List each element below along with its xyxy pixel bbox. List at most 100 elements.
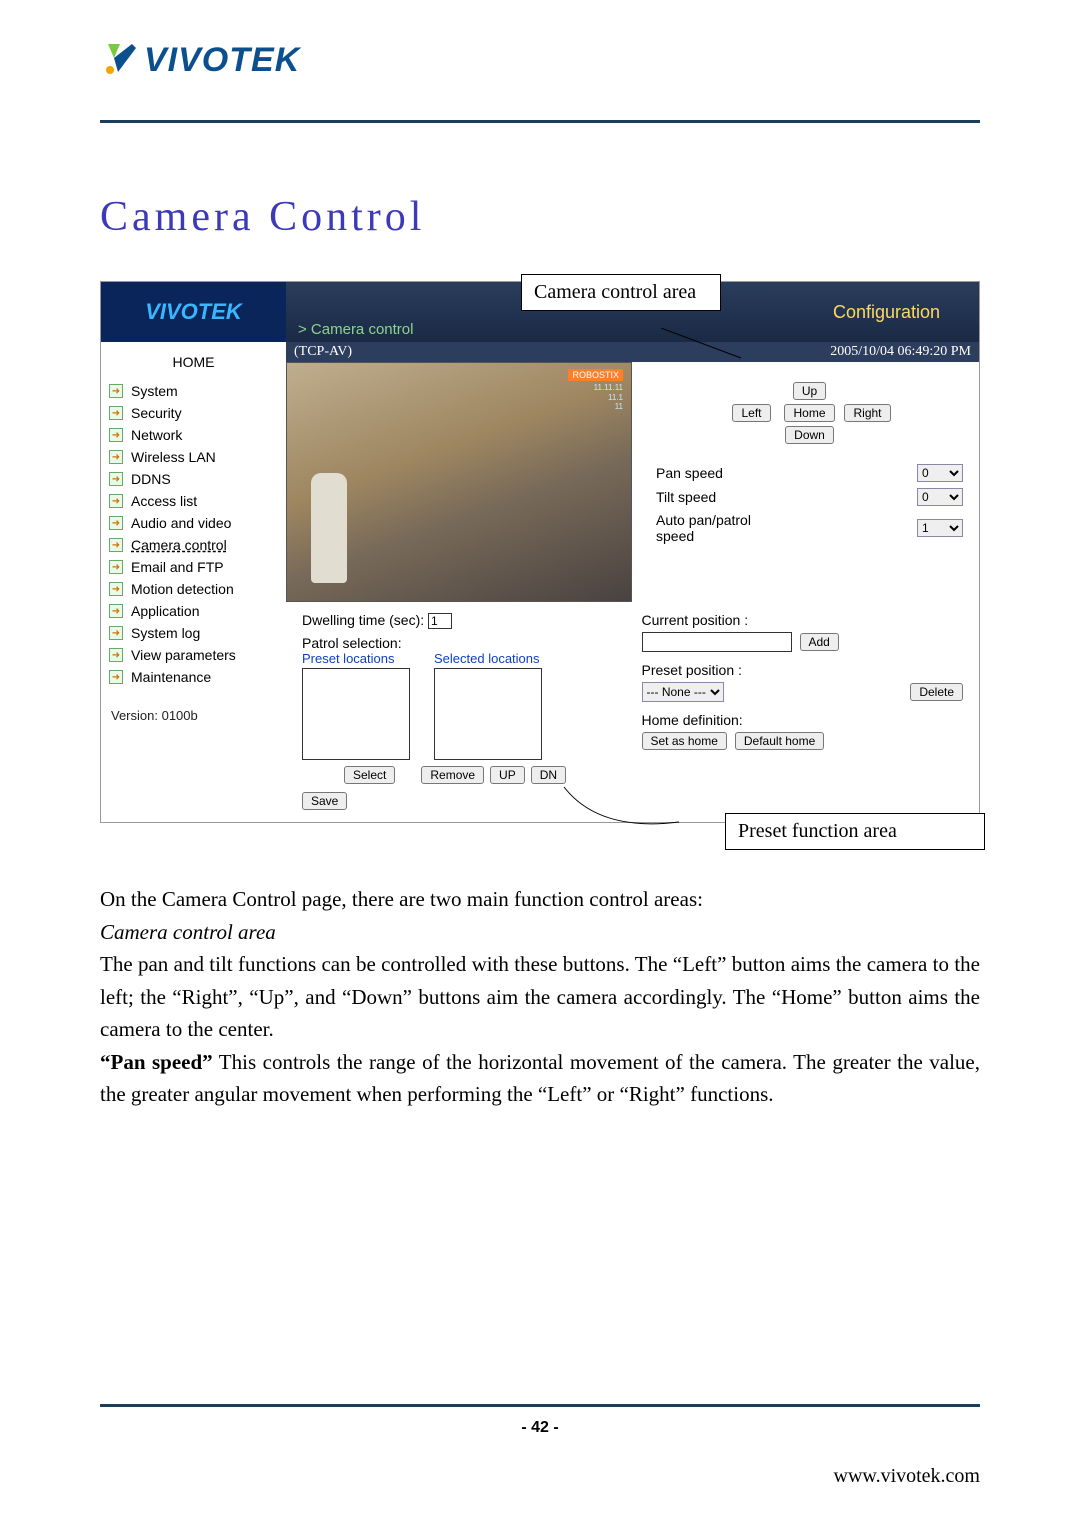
stream-overlay-text: 11.11.1111.111 bbox=[594, 383, 623, 412]
arrow-right-icon: ➜ bbox=[109, 604, 123, 618]
ptz-dpad: Up Left Home Right Down bbox=[725, 382, 895, 444]
arrow-right-icon: ➜ bbox=[109, 560, 123, 574]
sidebar-item-maintenance[interactable]: ➜ Maintenance bbox=[101, 666, 286, 688]
app-brand-block: VIVOTEK bbox=[101, 282, 286, 342]
header-divider bbox=[100, 120, 980, 123]
remove-button[interactable]: Remove bbox=[421, 766, 484, 784]
current-position-input[interactable] bbox=[642, 632, 792, 652]
arrow-right-icon: ➜ bbox=[109, 472, 123, 486]
move-down-button[interactable]: DN bbox=[531, 766, 566, 784]
save-button[interactable]: Save bbox=[302, 792, 347, 810]
preset-position-select[interactable]: --- None --- bbox=[642, 682, 724, 702]
sidebar-item-email-and-ftp[interactable]: ➜Email and FTP bbox=[101, 556, 286, 578]
tilt-speed-label: Tilt speed bbox=[656, 489, 716, 505]
sidebar-item-label: System bbox=[131, 383, 178, 399]
sidebar-item-wireless-lan[interactable]: ➜ Wireless LAN bbox=[101, 446, 286, 468]
sidebar: HOME ➜ System ➜ Security ➜ Network ➜ Wireless L… bbox=[101, 342, 286, 822]
tilt-speed-select[interactable]: 0 bbox=[917, 488, 963, 506]
sidebar-item-label: Wireless LAN bbox=[131, 449, 216, 465]
brand-mark-icon bbox=[100, 40, 140, 80]
callout-preset-function-area: Preset function area bbox=[725, 813, 985, 850]
sidebar-item-label: Maintenance bbox=[131, 669, 211, 685]
sidebar-item-label: Security bbox=[131, 405, 182, 421]
add-position-button[interactable]: Add bbox=[800, 633, 839, 651]
auto-speed-select[interactable]: 1 bbox=[917, 519, 963, 537]
page-number: - 42 - bbox=[100, 1419, 980, 1437]
arrow-right-icon: ➜ bbox=[109, 516, 123, 530]
sidebar-item-ddns[interactable]: ➜ DDNS bbox=[101, 468, 286, 490]
sidebar-item-label: Camera control bbox=[131, 537, 227, 553]
selected-locations-header: Selected locations bbox=[434, 651, 542, 666]
arrow-right-icon: ➜ bbox=[109, 648, 123, 662]
arrow-right-icon: ➜ bbox=[109, 538, 123, 552]
arrow-right-icon: ➜ bbox=[109, 406, 123, 420]
auto-speed-label: Auto pan/patrol speed bbox=[656, 512, 766, 544]
pan-speed-select[interactable]: 0 bbox=[917, 464, 963, 482]
paragraph-pan-speed: “Pan speed” This controls the range of t… bbox=[100, 1046, 980, 1111]
arrow-right-icon: ➜ bbox=[109, 670, 123, 684]
sidebar-item-label: Application bbox=[131, 603, 200, 619]
subsection-heading: Camera control area bbox=[100, 916, 980, 949]
paragraph-pan-tilt: The pan and tilt functions can be contro… bbox=[100, 948, 980, 1046]
footer-divider bbox=[100, 1404, 980, 1407]
dwelling-time-input[interactable] bbox=[428, 613, 452, 629]
sidebar-item-label: DDNS bbox=[131, 471, 171, 487]
breadcrumb: > Camera control bbox=[298, 321, 413, 338]
preset-locations-list[interactable] bbox=[302, 668, 410, 760]
select-button[interactable]: Select bbox=[344, 766, 395, 784]
scene-object-icon bbox=[311, 473, 347, 583]
sidebar-item-label: Access list bbox=[131, 493, 197, 509]
arrow-right-icon: ➜ bbox=[109, 494, 123, 508]
pan-speed-desc: This controls the range of the horizonta… bbox=[100, 1050, 980, 1107]
sidebar-item-view-parameters[interactable]: ➜View parameters bbox=[101, 644, 286, 666]
home-definition-label: Home definition: bbox=[642, 712, 964, 728]
firmware-version: Version: 0100b bbox=[101, 688, 286, 743]
patrol-selection-label: Patrol selection: bbox=[302, 635, 624, 651]
protocol-label: (TCP-AV) bbox=[294, 344, 352, 360]
preset-locations-header: Preset locations bbox=[302, 651, 410, 666]
app-brand-text: VIVOTEK bbox=[145, 299, 242, 325]
sidebar-item-security[interactable]: ➜ Security bbox=[101, 402, 286, 424]
current-position-label: Current position : bbox=[642, 612, 964, 628]
configuration-link[interactable]: Configuration bbox=[833, 302, 940, 323]
stream-timestamp: 2005/10/04 06:49:20 PM bbox=[830, 344, 971, 360]
sidebar-item-audio-and-video[interactable]: ➜Audio and video bbox=[101, 512, 286, 534]
sidebar-item-label: Motion detection bbox=[131, 581, 234, 597]
brand-name: VIVOTEK bbox=[144, 41, 300, 80]
ptz-down-button[interactable]: Down bbox=[785, 426, 834, 444]
embedded-screenshot: Camera control area VIVOTEK > Camera con… bbox=[100, 281, 980, 823]
dwelling-time-label: Dwelling time (sec): bbox=[302, 612, 424, 628]
callout-camera-control-area: Camera control area bbox=[521, 274, 721, 311]
sidebar-item-system[interactable]: ➜ System bbox=[101, 380, 286, 402]
stream-badge-icon: ROBOSTIX bbox=[568, 369, 623, 381]
delete-position-button[interactable]: Delete bbox=[910, 683, 963, 701]
sidebar-item-network[interactable]: ➜ Network bbox=[101, 424, 286, 446]
set-as-home-button[interactable]: Set as home bbox=[642, 732, 727, 750]
sidebar-item-system-log[interactable]: ➜ System log bbox=[101, 622, 286, 644]
header-logo: VIVOTEK bbox=[100, 40, 980, 120]
arrow-right-icon: ➜ bbox=[109, 450, 123, 464]
sidebar-item-label: Network bbox=[131, 427, 182, 443]
arrow-right-icon: ➜ bbox=[109, 384, 123, 398]
footer-website: www.vivotek.com bbox=[100, 1465, 980, 1488]
default-home-button[interactable]: Default home bbox=[735, 732, 824, 750]
sidebar-item-camera-control[interactable]: ➜ Camera control bbox=[101, 534, 286, 556]
ptz-left-button[interactable]: Left bbox=[732, 404, 770, 422]
move-up-button[interactable]: UP bbox=[490, 766, 525, 784]
camera-video-frame: ROBOSTIX 11.11.1111.111 bbox=[286, 362, 632, 602]
arrow-right-icon: ➜ bbox=[109, 626, 123, 640]
sidebar-item-motion-detection[interactable]: ➜Motion detection bbox=[101, 578, 286, 600]
preset-position-label: Preset position : bbox=[642, 662, 964, 678]
ptz-home-button[interactable]: Home bbox=[784, 404, 834, 422]
pan-speed-label: Pan speed bbox=[656, 465, 723, 481]
sidebar-item-access-list[interactable]: ➜ Access list bbox=[101, 490, 286, 512]
selected-locations-list[interactable] bbox=[434, 668, 542, 760]
intro-line: On the Camera Control page, there are tw… bbox=[100, 883, 980, 916]
ptz-up-button[interactable]: Up bbox=[793, 382, 826, 400]
sidebar-home-link[interactable]: HOME bbox=[101, 348, 286, 380]
sidebar-item-label: System log bbox=[131, 625, 200, 641]
arrow-right-icon: ➜ bbox=[109, 428, 123, 442]
preset-function-area: Dwelling time (sec): Patrol selection: P… bbox=[286, 602, 979, 822]
sidebar-item-application[interactable]: ➜ Application bbox=[101, 600, 286, 622]
ptz-right-button[interactable]: Right bbox=[844, 404, 890, 422]
